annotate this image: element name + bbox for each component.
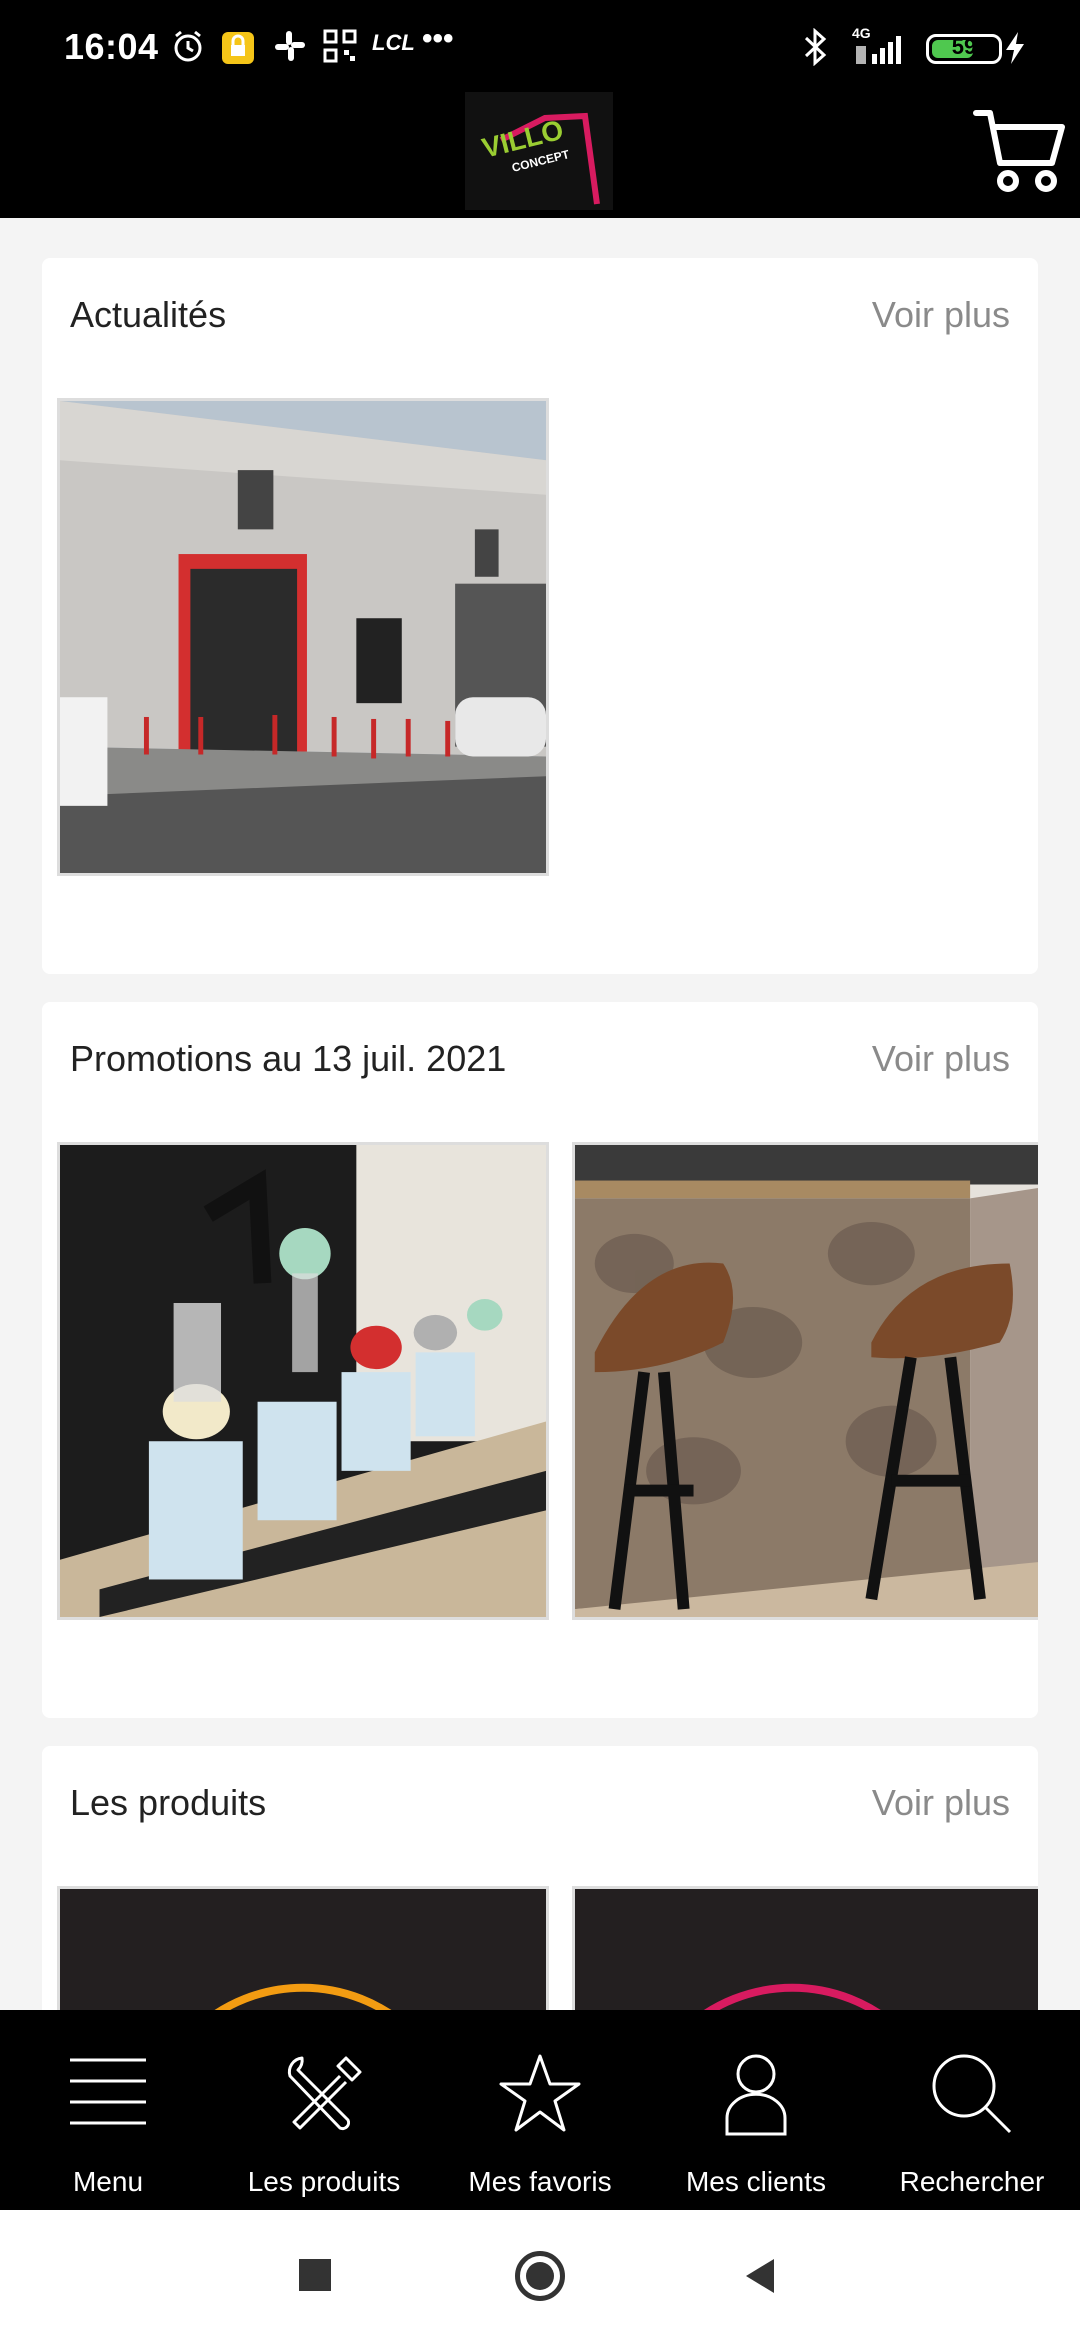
battery-level: 59 [951,34,977,59]
section-actualites: Actualités Voir plus [42,258,1038,974]
villo-concept-logo[interactable]: VILLO CONCEPT [465,92,613,210]
tools-icon [287,2056,362,2131]
person-icon [725,2054,787,2136]
tab-menu[interactable]: Menu [0,2010,216,2210]
battery-icon: 59 [926,34,1002,64]
slack-icon [272,28,308,69]
promo-image-blenders[interactable] [57,1142,549,1620]
tab-les-produits[interactable]: Les produits [216,2010,432,2210]
search-icon [932,2054,1012,2134]
section-title: Promotions au 13 juil. 2021 [70,1038,507,1079]
news-image-building[interactable] [57,398,549,876]
voir-plus-link[interactable]: Voir plus [872,294,1010,336]
home-button[interactable] [515,2251,565,2301]
status-bar: 16:04 LCL ••• 4G 59 [0,0,1080,92]
system-nav-bar [0,2210,1080,2340]
tab-mes-favoris[interactable]: Mes favoris [432,2010,648,2210]
recents-button[interactable] [299,2259,331,2291]
top-bar: 16:04 LCL ••• 4G 59 VILLO CONCEPT [0,0,1080,218]
tab-label: Menu [72,2166,144,2197]
section-promotions: Promotions au 13 juil. 2021 Voir plus [42,1002,1038,1718]
tab-label: Mes favoris [468,2166,612,2197]
section-produits: Les produits Voir plus [42,1746,1038,2046]
voir-plus-link[interactable]: Voir plus [872,1038,1010,1080]
more-icon: ••• [422,22,454,55]
sim-lock-icon [220,30,256,71]
bluetooth-icon [800,27,830,71]
star-icon [499,2054,581,2132]
back-button[interactable] [744,2257,776,2300]
tab-rechercher[interactable]: Rechercher [864,2010,1080,2210]
voir-plus-link[interactable]: Voir plus [872,1782,1010,1824]
charging-icon [1004,30,1026,71]
section-title: Les produits [70,1782,267,1823]
section-title: Actualités [70,294,227,335]
tab-label: Mes clients [685,2166,827,2197]
tab-mes-clients[interactable]: Mes clients [648,2010,864,2210]
tab-label: Rechercher [899,2166,1045,2197]
alarm-icon [170,28,206,69]
lcl-icon: LCL [372,30,415,55]
signal-icon: 4G [852,24,908,71]
status-time: 16:04 [64,26,159,67]
svg-text:4G: 4G [852,25,871,41]
tab-label: Les produits [247,2166,401,2197]
bottom-nav: Menu Les produits Mes favoris Mes client… [0,2010,1080,2210]
qr-icon [322,28,358,69]
menu-icon [70,2058,146,2125]
cart-icon[interactable] [972,105,1068,195]
promo-image-stools[interactable] [572,1142,1038,1620]
